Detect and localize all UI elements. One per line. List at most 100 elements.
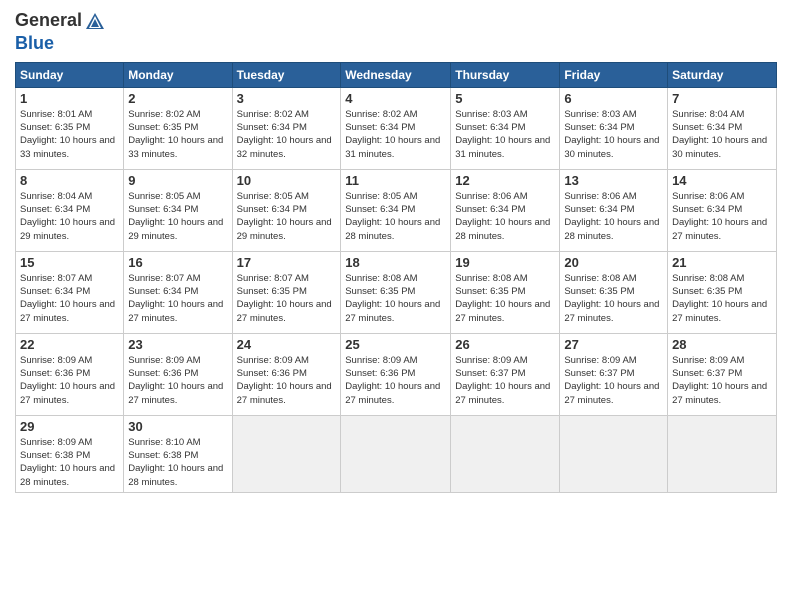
calendar-cell: 4 Sunrise: 8:02 AMSunset: 6:34 PMDaylight…: [341, 87, 451, 169]
calendar-week-row: 1 Sunrise: 8:01 AMSunset: 6:35 PMDaylight…: [16, 87, 777, 169]
day-number: 18: [345, 255, 446, 270]
calendar-cell: 29 Sunrise: 8:09 AMSunset: 6:38 PMDayligh…: [16, 415, 124, 492]
logo-general: General: [15, 10, 82, 30]
calendar-week-row: 8 Sunrise: 8:04 AMSunset: 6:34 PMDaylight…: [16, 169, 777, 251]
day-number: 1: [20, 91, 119, 106]
calendar-cell: 26Sunrise: 8:09 AMSunset: 6:37 PMDayligh…: [451, 333, 560, 415]
day-of-week-header: Sunday: [16, 62, 124, 87]
calendar-cell: [451, 415, 560, 492]
calendar-cell: 10 Sunrise: 8:05 AMSunset: 6:34 PMDayligh…: [232, 169, 341, 251]
calendar-cell: 6 Sunrise: 8:03 AMSunset: 6:34 PMDaylight…: [560, 87, 668, 169]
calendar-cell: 21 Sunrise: 8:08 AMSunset: 6:35 PMDayligh…: [668, 251, 777, 333]
calendar-cell: 13 Sunrise: 8:06 AMSunset: 6:34 PMDayligh…: [560, 169, 668, 251]
logo-icon: [84, 11, 106, 33]
day-number: 24: [237, 337, 337, 352]
calendar-cell: 15 Sunrise: 8:07 AMSunset: 6:34 PMDayligh…: [16, 251, 124, 333]
day-number: 15: [20, 255, 119, 270]
header: General Blue: [15, 10, 777, 54]
calendar-week-row: 29 Sunrise: 8:09 AMSunset: 6:38 PMDayligh…: [16, 415, 777, 492]
day-info: Sunrise: 8:05 AMSunset: 6:34 PMDaylight:…: [345, 190, 446, 243]
day-info: Sunrise: 8:09 AMSunset: 6:36 PMDaylight:…: [345, 354, 446, 407]
day-number: 27: [564, 337, 663, 352]
day-number: 2: [128, 91, 227, 106]
day-info: Sunrise: 8:08 AMSunset: 6:35 PMDaylight:…: [455, 272, 555, 325]
calendar-cell: 3 Sunrise: 8:02 AMSunset: 6:34 PMDaylight…: [232, 87, 341, 169]
day-info: Sunrise: 8:08 AMSunset: 6:35 PMDaylight:…: [564, 272, 663, 325]
calendar-week-row: 22 Sunrise: 8:09 AMSunset: 6:36 PMDayligh…: [16, 333, 777, 415]
calendar-cell: 2 Sunrise: 8:02 AMSunset: 6:35 PMDaylight…: [124, 87, 232, 169]
day-number: 30: [128, 419, 227, 434]
day-number: 3: [237, 91, 337, 106]
day-number: 29: [20, 419, 119, 434]
day-number: 5: [455, 91, 555, 106]
day-number: 13: [564, 173, 663, 188]
day-info: Sunrise: 8:06 AMSunset: 6:34 PMDaylight:…: [455, 190, 555, 243]
day-info: Sunrise: 8:09 AMSunset: 6:37 PMDaylight:…: [672, 354, 772, 407]
calendar-header-row: SundayMondayTuesdayWednesdayThursdayFrid…: [16, 62, 777, 87]
calendar-cell: 5 Sunrise: 8:03 AMSunset: 6:34 PMDaylight…: [451, 87, 560, 169]
day-info: Sunrise: 8:09 AMSunset: 6:36 PMDaylight:…: [128, 354, 227, 407]
day-info: Sunrise: 8:02 AMSunset: 6:34 PMDaylight:…: [237, 108, 337, 161]
day-info: Sunrise: 8:02 AMSunset: 6:34 PMDaylight:…: [345, 108, 446, 161]
day-number: 28: [672, 337, 772, 352]
day-number: 6: [564, 91, 663, 106]
day-info: Sunrise: 8:07 AMSunset: 6:34 PMDaylight:…: [128, 272, 227, 325]
day-info: Sunrise: 8:01 AMSunset: 6:35 PMDaylight:…: [20, 108, 119, 161]
calendar-cell: 9 Sunrise: 8:05 AMSunset: 6:34 PMDaylight…: [124, 169, 232, 251]
day-info: Sunrise: 8:03 AMSunset: 6:34 PMDaylight:…: [455, 108, 555, 161]
day-info: Sunrise: 8:07 AMSunset: 6:35 PMDaylight:…: [237, 272, 337, 325]
calendar-cell: 24Sunrise: 8:09 AMSunset: 6:36 PMDayligh…: [232, 333, 341, 415]
day-info: Sunrise: 8:09 AMSunset: 6:38 PMDaylight:…: [20, 436, 119, 489]
day-number: 21: [672, 255, 772, 270]
day-info: Sunrise: 8:06 AMSunset: 6:34 PMDaylight:…: [672, 190, 772, 243]
day-info: Sunrise: 8:07 AMSunset: 6:34 PMDaylight:…: [20, 272, 119, 325]
calendar-cell: 12 Sunrise: 8:06 AMSunset: 6:34 PMDayligh…: [451, 169, 560, 251]
day-info: Sunrise: 8:04 AMSunset: 6:34 PMDaylight:…: [20, 190, 119, 243]
calendar-cell: 1 Sunrise: 8:01 AMSunset: 6:35 PMDaylight…: [16, 87, 124, 169]
day-info: Sunrise: 8:05 AMSunset: 6:34 PMDaylight:…: [128, 190, 227, 243]
logo-text: General Blue: [15, 10, 108, 54]
day-number: 8: [20, 173, 119, 188]
calendar-cell: 18 Sunrise: 8:08 AMSunset: 6:35 PMDayligh…: [341, 251, 451, 333]
calendar-table: SundayMondayTuesdayWednesdayThursdayFrid…: [15, 62, 777, 493]
calendar-cell: 11 Sunrise: 8:05 AMSunset: 6:34 PMDayligh…: [341, 169, 451, 251]
day-info: Sunrise: 8:04 AMSunset: 6:34 PMDaylight:…: [672, 108, 772, 161]
day-number: 22: [20, 337, 119, 352]
calendar-cell: 16 Sunrise: 8:07 AMSunset: 6:34 PMDayligh…: [124, 251, 232, 333]
day-number: 12: [455, 173, 555, 188]
day-number: 4: [345, 91, 446, 106]
calendar-cell: [341, 415, 451, 492]
day-number: 20: [564, 255, 663, 270]
calendar-week-row: 15 Sunrise: 8:07 AMSunset: 6:34 PMDayligh…: [16, 251, 777, 333]
calendar-cell: 23Sunrise: 8:09 AMSunset: 6:36 PMDayligh…: [124, 333, 232, 415]
calendar-cell: 27 Sunrise: 8:09 AMSunset: 6:37 PMDayligh…: [560, 333, 668, 415]
calendar-cell: 22 Sunrise: 8:09 AMSunset: 6:36 PMDayligh…: [16, 333, 124, 415]
day-number: 16: [128, 255, 227, 270]
day-info: Sunrise: 8:09 AMSunset: 6:37 PMDaylight:…: [564, 354, 663, 407]
day-of-week-header: Saturday: [668, 62, 777, 87]
day-number: 7: [672, 91, 772, 106]
calendar-cell: 19Sunrise: 8:08 AMSunset: 6:35 PMDayligh…: [451, 251, 560, 333]
calendar-cell: 20 Sunrise: 8:08 AMSunset: 6:35 PMDayligh…: [560, 251, 668, 333]
calendar-cell: 14 Sunrise: 8:06 AMSunset: 6:34 PMDayligh…: [668, 169, 777, 251]
day-info: Sunrise: 8:05 AMSunset: 6:34 PMDaylight:…: [237, 190, 337, 243]
calendar-cell: 28 Sunrise: 8:09 AMSunset: 6:37 PMDayligh…: [668, 333, 777, 415]
day-number: 26: [455, 337, 555, 352]
day-info: Sunrise: 8:09 AMSunset: 6:36 PMDaylight:…: [20, 354, 119, 407]
day-info: Sunrise: 8:08 AMSunset: 6:35 PMDaylight:…: [345, 272, 446, 325]
calendar-cell: [560, 415, 668, 492]
calendar-cell: 7 Sunrise: 8:04 AMSunset: 6:34 PMDaylight…: [668, 87, 777, 169]
day-number: 14: [672, 173, 772, 188]
day-info: Sunrise: 8:02 AMSunset: 6:35 PMDaylight:…: [128, 108, 227, 161]
calendar-cell: 25Sunrise: 8:09 AMSunset: 6:36 PMDayligh…: [341, 333, 451, 415]
page-container: General Blue SundayMondayTuesdayWednesda…: [0, 0, 792, 503]
day-info: Sunrise: 8:03 AMSunset: 6:34 PMDaylight:…: [564, 108, 663, 161]
day-of-week-header: Friday: [560, 62, 668, 87]
day-number: 9: [128, 173, 227, 188]
day-info: Sunrise: 8:06 AMSunset: 6:34 PMDaylight:…: [564, 190, 663, 243]
day-info: Sunrise: 8:08 AMSunset: 6:35 PMDaylight:…: [672, 272, 772, 325]
logo-blue: Blue: [15, 33, 54, 53]
day-number: 10: [237, 173, 337, 188]
day-number: 11: [345, 173, 446, 188]
day-of-week-header: Monday: [124, 62, 232, 87]
